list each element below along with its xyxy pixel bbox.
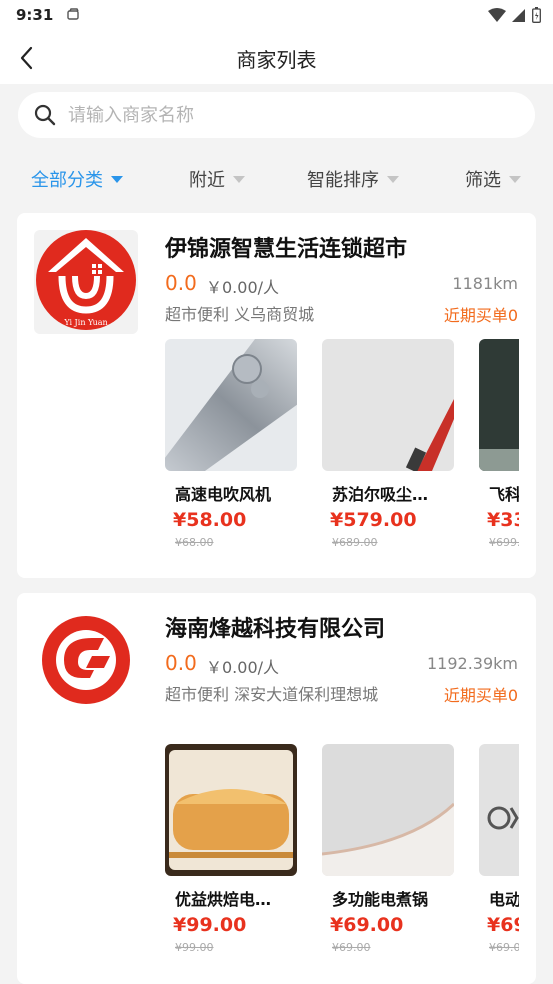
product-name: 高速电吹风机 (175, 485, 272, 504)
product-image (322, 339, 454, 471)
product-name: 优益烘焙电… (175, 890, 272, 909)
status-bar: 9:31 (0, 0, 553, 32)
notification-icon (67, 8, 79, 20)
merchant-rating: 0.0 (165, 271, 197, 295)
product-image (322, 744, 454, 876)
product-item[interactable]: 电动 ¥69 ¥69.0 (479, 744, 519, 954)
logo-text: Yi Jin Yuan (63, 318, 107, 327)
product-original-price: ¥699. (489, 536, 519, 549)
merchant-tags: 超市便利 深安大道保利理想城 (165, 685, 379, 704)
filter-label: 全部分类 (31, 170, 103, 191)
merchant-rating: 0.0 (165, 651, 197, 675)
product-image (479, 744, 519, 876)
merchant-card[interactable]: 海南烽越科技有限公司 0.0 ￥0.00/人 1192.39km 超市便利 深安… (17, 593, 536, 984)
product-name: 电动 (489, 890, 519, 909)
signal-icon (512, 8, 525, 22)
product-name: 多功能电煮锅 (332, 890, 429, 909)
filter-nearby[interactable]: 附近 (189, 166, 245, 192)
merchant-card[interactable]: Yi Jin Yuan 伊锦源智慧生活连锁超市 0.0 ￥0.00/人 1181… (17, 213, 536, 578)
merchant-tags: 超市便利 义乌商贸城 (165, 305, 315, 324)
product-item[interactable]: 优益烘焙电… ¥99.00 ¥99.00 (165, 744, 297, 954)
filter-bar: 全部分类 附近 智能排序 筛选 (0, 156, 553, 202)
product-original-price: ¥689.00 (332, 536, 378, 549)
filter-label: 智能排序 (307, 170, 379, 191)
product-price: ¥99.00 (173, 914, 247, 936)
merchant-name: 伊锦源智慧生活连锁超市 (165, 237, 408, 262)
filter-smart-sort[interactable]: 智能排序 (307, 166, 399, 192)
average-price: ￥0.00/人 (206, 658, 280, 677)
product-price: ¥69.00 (330, 914, 404, 936)
product-item[interactable]: 飞科 ¥33 ¥699. (479, 339, 519, 549)
dropdown-triangle-icon (509, 176, 521, 183)
average-price: ￥0.00/人 (206, 278, 280, 297)
filter-screen[interactable]: 筛选 (465, 166, 521, 192)
page-title: 商家列表 (236, 48, 317, 72)
merchant-logo (34, 610, 138, 714)
house-logo-icon: Yi Jin Yuan (36, 230, 136, 330)
status-time: 9:31 (16, 6, 54, 24)
filter-label: 筛选 (465, 170, 501, 191)
product-scroller[interactable]: 高速电吹风机 ¥58.00 ¥68.00 苏泊尔吸尘… ¥579.00 ¥689… (165, 339, 519, 569)
product-item[interactable]: 苏泊尔吸尘… ¥579.00 ¥689.00 (322, 339, 454, 549)
product-item[interactable]: 高速电吹风机 ¥58.00 ¥68.00 (165, 339, 297, 549)
product-image (165, 744, 297, 876)
product-price: ¥579.00 (330, 509, 417, 531)
product-original-price: ¥99.00 (175, 941, 214, 954)
distance: 1181km (452, 274, 518, 293)
battery-icon (532, 7, 541, 23)
product-image (165, 339, 297, 471)
wifi-icon (488, 7, 506, 22)
search-bar[interactable] (18, 92, 535, 138)
product-scroller[interactable]: 优益烘焙电… ¥99.00 ¥99.00 多功能电煮锅 ¥69.00 ¥69.0… (165, 744, 519, 974)
product-price: ¥69 (487, 914, 519, 936)
dropdown-triangle-icon (233, 176, 245, 183)
merchant-logo: Yi Jin Yuan (34, 230, 138, 334)
dropdown-triangle-icon (387, 176, 399, 183)
navigation-bar: 商家列表 (0, 32, 553, 84)
product-price: ¥58.00 (173, 509, 247, 531)
product-item[interactable]: 多功能电煮锅 ¥69.00 ¥69.00 (322, 744, 454, 954)
swirl-logo-icon (42, 616, 130, 704)
product-name: 飞科 (489, 485, 519, 504)
product-original-price: ¥68.00 (175, 536, 214, 549)
product-name: 苏泊尔吸尘… (332, 485, 429, 504)
search-input[interactable] (68, 100, 518, 130)
filter-label: 附近 (189, 170, 225, 191)
product-original-price: ¥69.00 (332, 941, 371, 954)
merchant-name: 海南烽越科技有限公司 (165, 617, 386, 642)
product-image (479, 339, 519, 471)
product-price: ¥33 (487, 509, 519, 531)
dropdown-triangle-icon (111, 176, 123, 183)
distance: 1192.39km (426, 654, 518, 673)
filter-all-categories[interactable]: 全部分类 (31, 166, 123, 192)
recent-sales: 近期买单0 (443, 306, 518, 325)
status-icons (488, 7, 541, 23)
recent-sales: 近期买单0 (443, 686, 518, 705)
product-original-price: ¥69.0 (489, 941, 519, 954)
search-icon (34, 104, 56, 126)
